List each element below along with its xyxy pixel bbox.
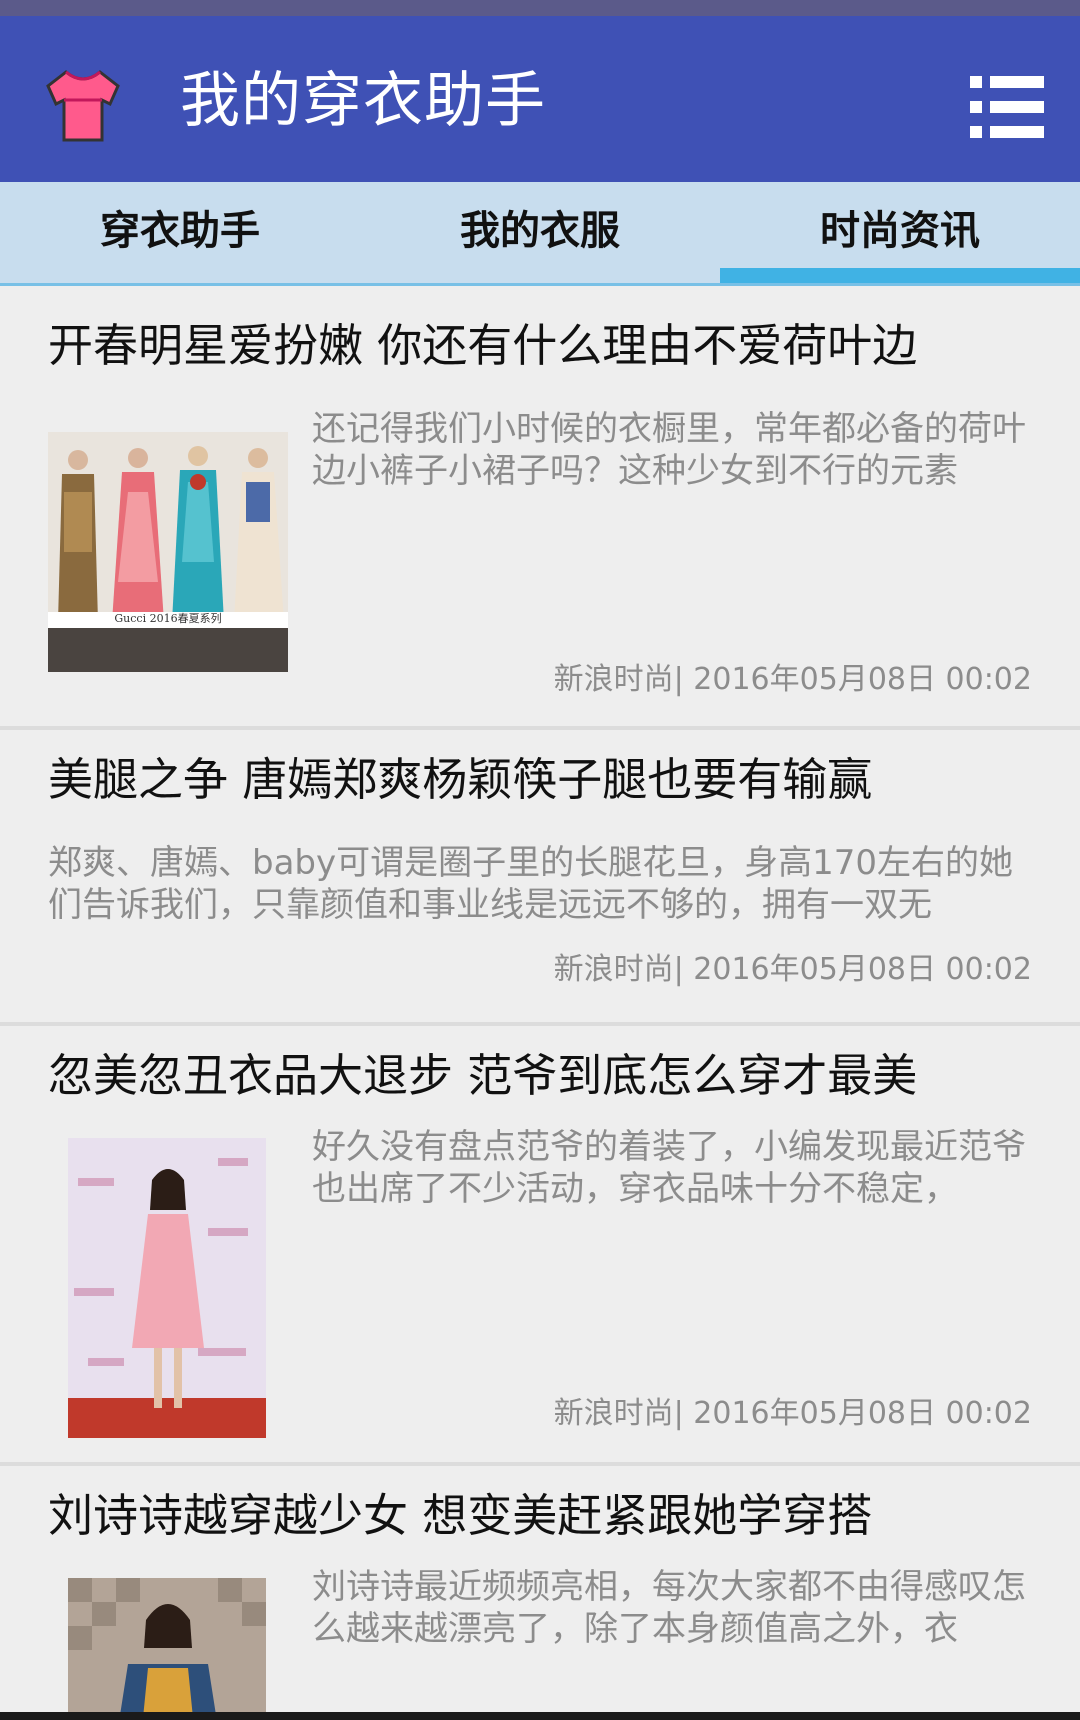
article-thumbnail (68, 1578, 266, 1720)
status-bar (0, 0, 1080, 16)
article-summary: 郑爽、唐嫣、baby可谓是圈子里的长腿花旦，身高170左右的她们告诉我们，只靠颜… (48, 843, 1014, 925)
article-thumbnail: Gucci 2016春夏系列 (48, 432, 288, 672)
article-summary: 还记得我们小时候的衣橱里，常年都必备的荷叶边小裤子小裙子吗？这种少女到不行的元素 (312, 409, 1026, 491)
tshirt-icon (44, 66, 122, 146)
tab-label: 时尚资讯 (820, 208, 980, 254)
news-card[interactable]: 忽美忽丑衣品大退步 范爷到底怎么穿才最美 好久没有盘点范爷的着装了，小编发现最近… (0, 1026, 1080, 1466)
article-thumbnail (68, 1138, 266, 1438)
news-card[interactable]: 刘诗诗越穿越少女 想变美赶紧跟她学穿搭 刘诗诗最近频频亮相，每次大家都不由得感叹… (0, 1466, 1080, 1720)
thumbnail-caption: Gucci 2016春夏系列 (114, 612, 222, 625)
app-title: 我的穿衣助手 (180, 66, 546, 136)
article-title: 刘诗诗越穿越少女 想变美赶紧跟她学穿搭 (48, 1489, 873, 1542)
tab-wear-assistant[interactable]: 穿衣助手 (0, 182, 360, 286)
list-menu-icon[interactable] (968, 68, 1046, 146)
news-feed[interactable]: 开春明星爱扮嫩 你还有什么理由不爱荷叶边 Gucci 2016春夏系列 还记得我… (0, 286, 1080, 1720)
tab-fashion-news[interactable]: 时尚资讯 (720, 182, 1080, 286)
bottom-edge (0, 1712, 1080, 1720)
article-summary: 好久没有盘点范爷的着装了，小编发现最近范爷也出席了不少活动，穿衣品味十分不稳定， (312, 1127, 1026, 1209)
article-meta: 新浪时尚| 2016年05月08日 00:02 (553, 1396, 1032, 1431)
news-card[interactable]: 开春明星爱扮嫩 你还有什么理由不爱荷叶边 Gucci 2016春夏系列 还记得我… (0, 286, 1080, 730)
article-meta: 新浪时尚| 2016年05月08日 00:02 (553, 952, 1032, 987)
app-bar: 我的穿衣助手 (0, 16, 1080, 182)
article-title: 忽美忽丑衣品大退步 范爷到底怎么穿才最美 (48, 1049, 918, 1102)
article-title: 美腿之争 唐嫣郑爽杨颖筷子腿也要有输赢 (48, 753, 873, 806)
tab-label: 穿衣助手 (100, 208, 260, 254)
tab-my-clothes[interactable]: 我的衣服 (360, 182, 720, 286)
article-summary: 刘诗诗最近频频亮相，每次大家都不由得感叹怎么越来越漂亮了，除了本身颜值高之外，衣 (312, 1567, 1026, 1649)
tab-label: 我的衣服 (460, 208, 620, 254)
article-title: 开春明星爱扮嫩 你还有什么理由不爱荷叶边 (48, 319, 918, 372)
news-card[interactable]: 美腿之争 唐嫣郑爽杨颖筷子腿也要有输赢 郑爽、唐嫣、baby可谓是圈子里的长腿花… (0, 730, 1080, 1026)
tab-bar: 穿衣助手 我的衣服 时尚资讯 (0, 182, 1080, 286)
article-meta: 新浪时尚| 2016年05月08日 00:02 (553, 662, 1032, 697)
